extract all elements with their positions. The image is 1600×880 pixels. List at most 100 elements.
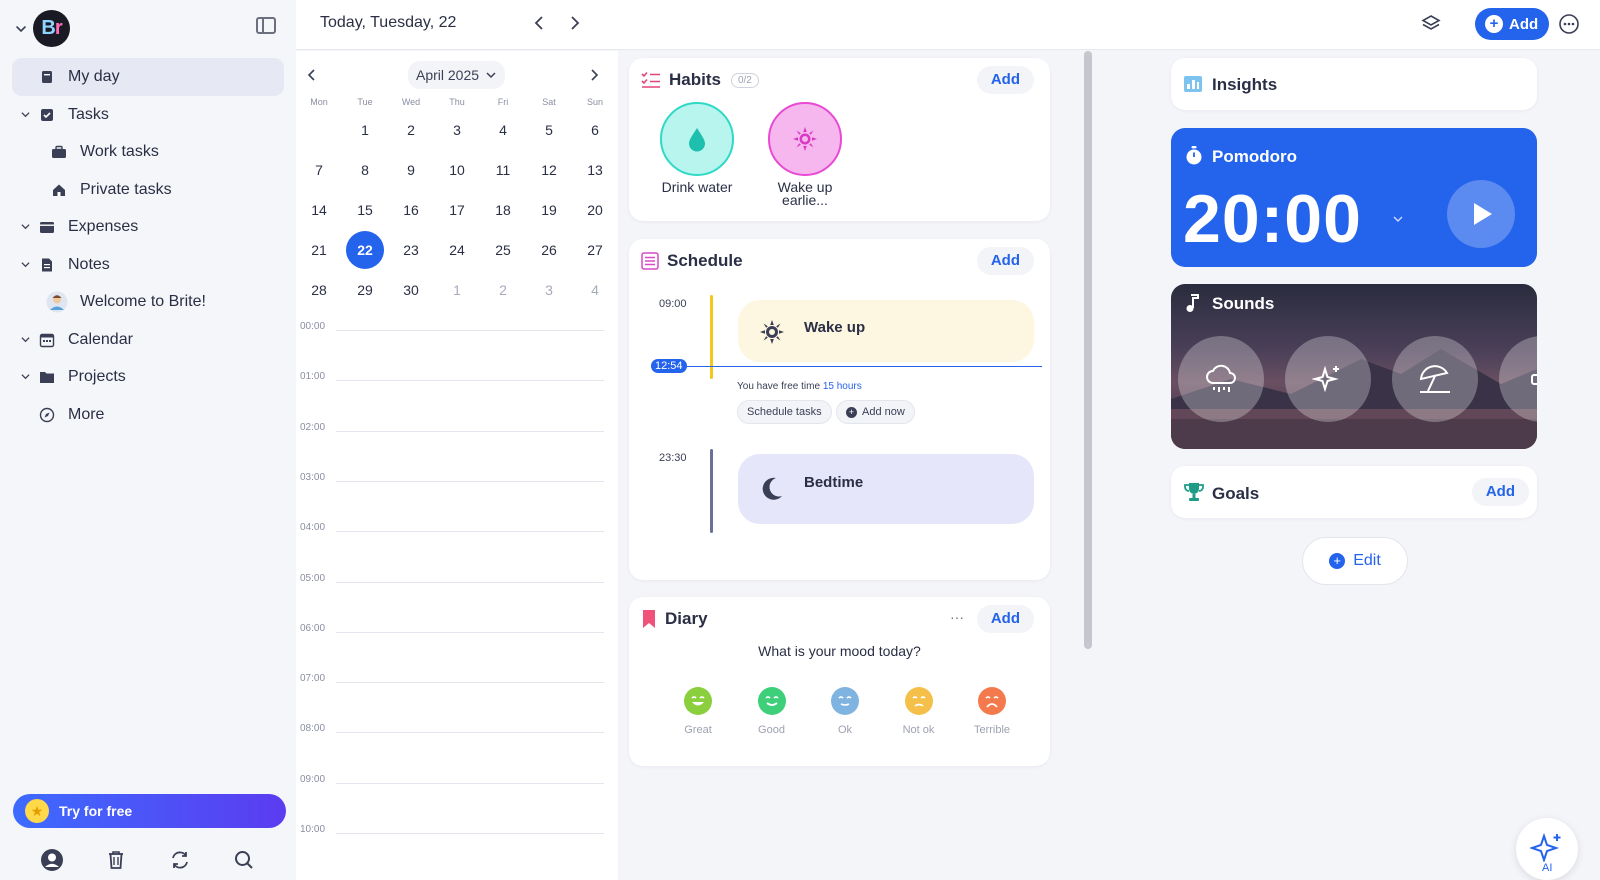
diary-add-button[interactable]: Add — [976, 605, 1034, 633]
calendar-day[interactable]: 16 — [392, 191, 430, 229]
timeline-hour: 03:00 — [296, 472, 618, 528]
sound-rain-button[interactable] — [1178, 336, 1264, 422]
month-selector[interactable]: April 2025 — [408, 61, 506, 89]
calendar-day[interactable]: 4 — [484, 111, 522, 149]
edit-widgets-button[interactable]: + Edit — [1302, 537, 1408, 585]
profile-icon[interactable] — [40, 848, 64, 872]
calendar-day[interactable]: 24 — [438, 231, 476, 269]
insights-card[interactable]: Insights — [1171, 58, 1537, 110]
mood-option[interactable]: Great — [668, 687, 728, 736]
chevron-right-icon[interactable] — [586, 67, 602, 83]
calendar-day[interactable]: 19 — [530, 191, 568, 229]
goals-add-button[interactable]: Add — [1471, 478, 1529, 506]
add-button[interactable]: + Add — [1475, 8, 1549, 40]
schedule-add-button[interactable]: Add — [976, 247, 1034, 275]
mood-option[interactable]: Good — [742, 687, 802, 736]
calendar-day[interactable]: 7 — [300, 151, 338, 189]
calendar-day[interactable]: 2 — [484, 271, 522, 309]
calendar-day[interactable]: 9 — [392, 151, 430, 189]
calendar-day[interactable]: 3 — [530, 271, 568, 309]
sidebar-item-tasks[interactable]: Tasks — [12, 96, 284, 134]
calendar-day[interactable]: 20 — [576, 191, 614, 229]
chevron-right-icon[interactable] — [564, 13, 584, 33]
hour-label: 09:00 — [300, 773, 326, 785]
chevron-down-icon[interactable] — [21, 222, 30, 231]
habit-name: Drink water — [661, 179, 733, 195]
calendar-day[interactable]: 30 — [392, 271, 430, 309]
ai-assistant-button[interactable]: AI — [1516, 818, 1578, 880]
sidebar-item-welcome-note[interactable]: Welcome to Brite! — [12, 283, 284, 321]
hour-label: 02:00 — [300, 421, 326, 433]
sidebar-toggle-icon[interactable] — [256, 17, 276, 34]
layers-icon[interactable] — [1420, 13, 1442, 35]
calendar-day[interactable]: 11 — [484, 151, 522, 189]
calendar-day[interactable]: 17 — [438, 191, 476, 229]
calendar-day[interactable]: 1 — [438, 271, 476, 309]
calendar-day[interactable]: 14 — [300, 191, 338, 229]
chevron-left-icon[interactable] — [530, 13, 550, 33]
sidebar-item-calendar[interactable]: Calendar — [12, 321, 284, 359]
habit-drink-water[interactable]: Drink water — [647, 102, 747, 194]
calendar-day[interactable]: 23 — [392, 231, 430, 269]
calendar-day[interactable]: 29 — [346, 271, 384, 309]
sidebar-item-my-day[interactable]: My day — [12, 58, 284, 96]
sidebar-item-expenses[interactable]: Expenses — [12, 208, 284, 246]
bedtime-event[interactable]: Bedtime — [738, 454, 1034, 524]
sidebar-item-notes[interactable]: Notes — [12, 246, 284, 284]
sound-beach-button[interactable] — [1392, 336, 1478, 422]
calendar-day[interactable]: 26 — [530, 231, 568, 269]
calendar-day-today[interactable]: 22 — [346, 231, 384, 269]
chevron-down-icon[interactable] — [21, 372, 30, 381]
calendar-day[interactable]: 18 — [484, 191, 522, 229]
calendar-day[interactable]: 4 — [576, 271, 614, 309]
chevron-down-icon[interactable] — [14, 22, 28, 36]
schedule-tasks-button[interactable]: Schedule tasks — [737, 400, 832, 424]
calendar-day[interactable]: 6 — [576, 111, 614, 149]
timeline-hour: 09:00 — [296, 774, 618, 830]
calendar-day[interactable]: 28 — [300, 271, 338, 309]
mood-option[interactable]: Terrible — [962, 687, 1022, 736]
add-now-button[interactable]: + Add now — [836, 400, 915, 424]
sync-icon[interactable] — [168, 848, 192, 872]
habit-wake-up-earlier[interactable]: Wake up earlie... — [755, 102, 855, 207]
more-icon[interactable]: ··· — [950, 609, 964, 625]
wake-up-event[interactable]: Wake up — [738, 300, 1034, 362]
sidebar-item-more[interactable]: More — [12, 396, 284, 434]
calendar-day[interactable]: 8 — [346, 151, 384, 189]
sound-sparkle-button[interactable] — [1285, 336, 1371, 422]
event-title: Bedtime — [804, 474, 864, 491]
calendar-day[interactable]: 3 — [438, 111, 476, 149]
sidebar-item-private-tasks[interactable]: Private tasks — [12, 171, 284, 209]
chevron-down-icon[interactable] — [21, 335, 30, 344]
calendar-day[interactable]: 10 — [438, 151, 476, 189]
calendar-day[interactable]: 13 — [576, 151, 614, 189]
habits-add-button[interactable]: Add — [976, 66, 1034, 94]
search-icon[interactable] — [232, 848, 256, 872]
try-for-free-button[interactable]: ★ Try for free — [13, 794, 286, 828]
sidebar-item-projects[interactable]: Projects — [12, 358, 284, 396]
diary-title: Diary — [665, 609, 708, 628]
calendar-day[interactable]: 25 — [484, 231, 522, 269]
mood-option[interactable]: Ok — [815, 687, 875, 736]
ai-label: AI — [1542, 862, 1553, 874]
pomodoro-timer[interactable]: 20:00 — [1183, 180, 1362, 258]
mood-option[interactable]: Not ok — [889, 687, 949, 736]
sidebar-item-work-tasks[interactable]: Work tasks — [12, 133, 284, 171]
calendar-day[interactable]: 2 — [392, 111, 430, 149]
calendar-day[interactable]: 12 — [530, 151, 568, 189]
calendar-day[interactable]: 21 — [300, 231, 338, 269]
play-button[interactable] — [1447, 180, 1515, 248]
app-logo[interactable]: Br — [33, 10, 70, 47]
calendar-day[interactable]: 15 — [346, 191, 384, 229]
chevron-down-icon[interactable] — [21, 110, 30, 119]
trash-icon[interactable] — [104, 848, 128, 872]
chevron-left-icon[interactable] — [304, 67, 320, 83]
chevron-down-icon[interactable] — [21, 260, 30, 269]
chevron-down-icon[interactable] — [1392, 214, 1404, 224]
calendar-day[interactable]: 5 — [530, 111, 568, 149]
more-options-icon[interactable] — [1558, 13, 1580, 35]
calendar-day[interactable]: 1 — [346, 111, 384, 149]
diary-card: Diary ··· Add What is your mood today? G… — [629, 597, 1050, 766]
scrollbar[interactable] — [1084, 51, 1092, 649]
calendar-day[interactable]: 27 — [576, 231, 614, 269]
